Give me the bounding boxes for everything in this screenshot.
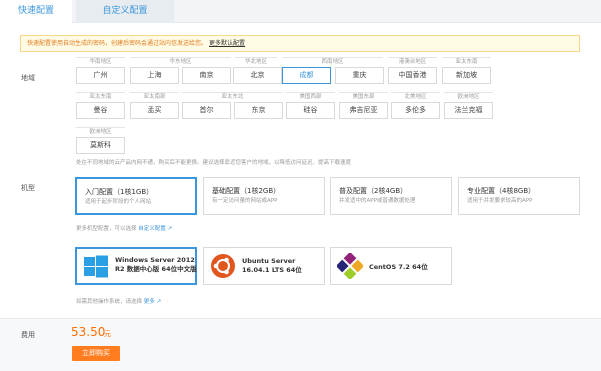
region-group-asia-south: 亚太南部: [130, 92, 179, 101]
region-group-north-america: 北美地区: [391, 92, 440, 101]
region-mumbai-button[interactable]: 孟买: [130, 102, 179, 119]
os-name: Ubuntu Server 16.04.1 LTS 64位: [242, 257, 302, 274]
region-group-europe-2: 欧洲地区: [76, 127, 125, 136]
region-group-us-east: 美国东部: [339, 92, 388, 101]
region-hint: 处在不同地域的云产品内网不通，购买后不能更换。建议选择靠近您客户的地域，以降低访…: [76, 160, 352, 166]
region-group-east: 华东地区: [130, 57, 231, 66]
config-card-basic[interactable]: 基础配置（1核2GB） 有一定访问量的网站或APP: [203, 177, 325, 215]
region-virginia-button[interactable]: 弗吉尼亚: [339, 102, 388, 119]
price-label: 费用: [21, 331, 35, 339]
config-title: 专业配置（4核8GB）: [467, 187, 536, 195]
config-card-entry[interactable]: 入门配置（1核1GB） 适用于起步阶段的个人网站: [75, 177, 197, 215]
price-value: 53.50: [71, 325, 106, 339]
notice-text: 快速配置使用自动生成的密码，创建后密码会通过站内信发送给您。: [27, 40, 208, 47]
region-group-asia-se: 亚太东南: [442, 57, 491, 66]
region-moscow-button[interactable]: 莫斯科: [76, 137, 125, 154]
region-chongqing-button[interactable]: 重庆: [335, 67, 384, 84]
config-desc: 适用于起步阶段的个人网站: [85, 199, 152, 205]
os-card-ubuntu[interactable]: Ubuntu Server 16.04.1 LTS 64位: [203, 247, 325, 285]
region-nanjing-button[interactable]: 南京: [182, 67, 231, 84]
notice-banner: 快速配置使用自动生成的密码，创建后密码会通过站内信发送给您。 更多默认配置: [20, 35, 580, 52]
ubuntu-icon: [211, 254, 235, 278]
region-frankfurt-button[interactable]: 法兰克福: [444, 102, 493, 119]
model-label: 机型: [21, 184, 35, 192]
external-link-icon: ↗: [167, 226, 173, 232]
region-group-europe: 欧洲地区: [444, 92, 493, 101]
windows-icon: [84, 255, 108, 278]
region-group-southwest: 西南地区: [282, 57, 383, 66]
region-shanghai-button[interactable]: 上海: [130, 67, 179, 84]
region-toronto-button[interactable]: 多伦多: [391, 102, 440, 119]
os-card-centos[interactable]: CentOS 7.2 64位: [330, 247, 452, 285]
region-hongkong-button[interactable]: 中国香港: [388, 67, 437, 84]
config-desc: 适用于并发要求较高的APP: [467, 198, 533, 204]
region-group-us-west: 美国西部: [286, 92, 335, 101]
os-name: Windows Server 2012 R2 数据中心版 64位中文版: [115, 256, 197, 273]
config-desc: 并发适中的APP或普通数据处理: [339, 198, 416, 204]
region-seoul-button[interactable]: 首尔: [182, 102, 231, 119]
custom-config-link[interactable]: 自定义配置: [138, 226, 166, 232]
region-group-asia-ne: 亚太东北: [182, 92, 283, 101]
region-group-north: 华北地区: [235, 57, 277, 66]
config-card-pro[interactable]: 专业配置（4核8GB） 适用于并发要求较高的APP: [458, 177, 580, 215]
config-title: 入门配置（1核1GB）: [85, 188, 154, 196]
buy-now-button[interactable]: 立即购买: [72, 346, 120, 361]
tab-custom-config[interactable]: 自定义配置: [76, 0, 174, 23]
region-silicon-valley-button[interactable]: 硅谷: [286, 102, 335, 119]
config-title: 普及配置（2核4GB）: [339, 187, 408, 195]
tab-bar: 快速配置 自定义配置: [0, 0, 601, 23]
external-link-icon: ↗: [156, 299, 162, 305]
region-group-hk-mo-tw: 港澳台地区: [388, 57, 437, 66]
region-guangzhou-button[interactable]: 广州: [76, 67, 125, 84]
region-label: 地域: [21, 74, 35, 82]
price-unit: 元: [104, 330, 111, 338]
region-singapore-button[interactable]: 新加坡: [442, 67, 491, 84]
config-desc: 有一定访问量的网站或APP: [212, 198, 278, 204]
tab-quick-config[interactable]: 快速配置: [0, 0, 72, 23]
centos-icon: [337, 253, 363, 279]
config-card-standard[interactable]: 普及配置（2核4GB） 并发适中的APP或普通数据处理: [330, 177, 452, 215]
region-beijing-button[interactable]: 北京: [233, 67, 282, 84]
region-chengdu-button[interactable]: 成都: [282, 67, 331, 84]
more-model-hint-text: 更多机型配置，可以选择: [76, 226, 137, 232]
region-bangkok-button[interactable]: 曼谷: [76, 102, 125, 119]
region-group-south: 华南地区: [76, 57, 125, 66]
more-os-hint-text: 如需其他操作系统，请选择: [76, 299, 143, 305]
region-tokyo-button[interactable]: 东京: [234, 102, 283, 119]
config-title: 基础配置（1核2GB）: [212, 187, 281, 195]
more-model-hint: 更多机型配置，可以选择 自定义配置 ↗: [76, 224, 172, 232]
os-card-windows[interactable]: Windows Server 2012 R2 数据中心版 64位中文版: [75, 247, 197, 285]
more-default-config-link[interactable]: 更多默认配置: [209, 40, 245, 47]
region-group-asia-se-2: 亚太东南: [76, 92, 125, 101]
more-os-link[interactable]: 更多: [144, 299, 155, 305]
os-name: CentOS 7.2 64位: [369, 263, 428, 271]
more-os-hint: 如需其他操作系统，请选择 更多 ↗: [76, 297, 161, 305]
